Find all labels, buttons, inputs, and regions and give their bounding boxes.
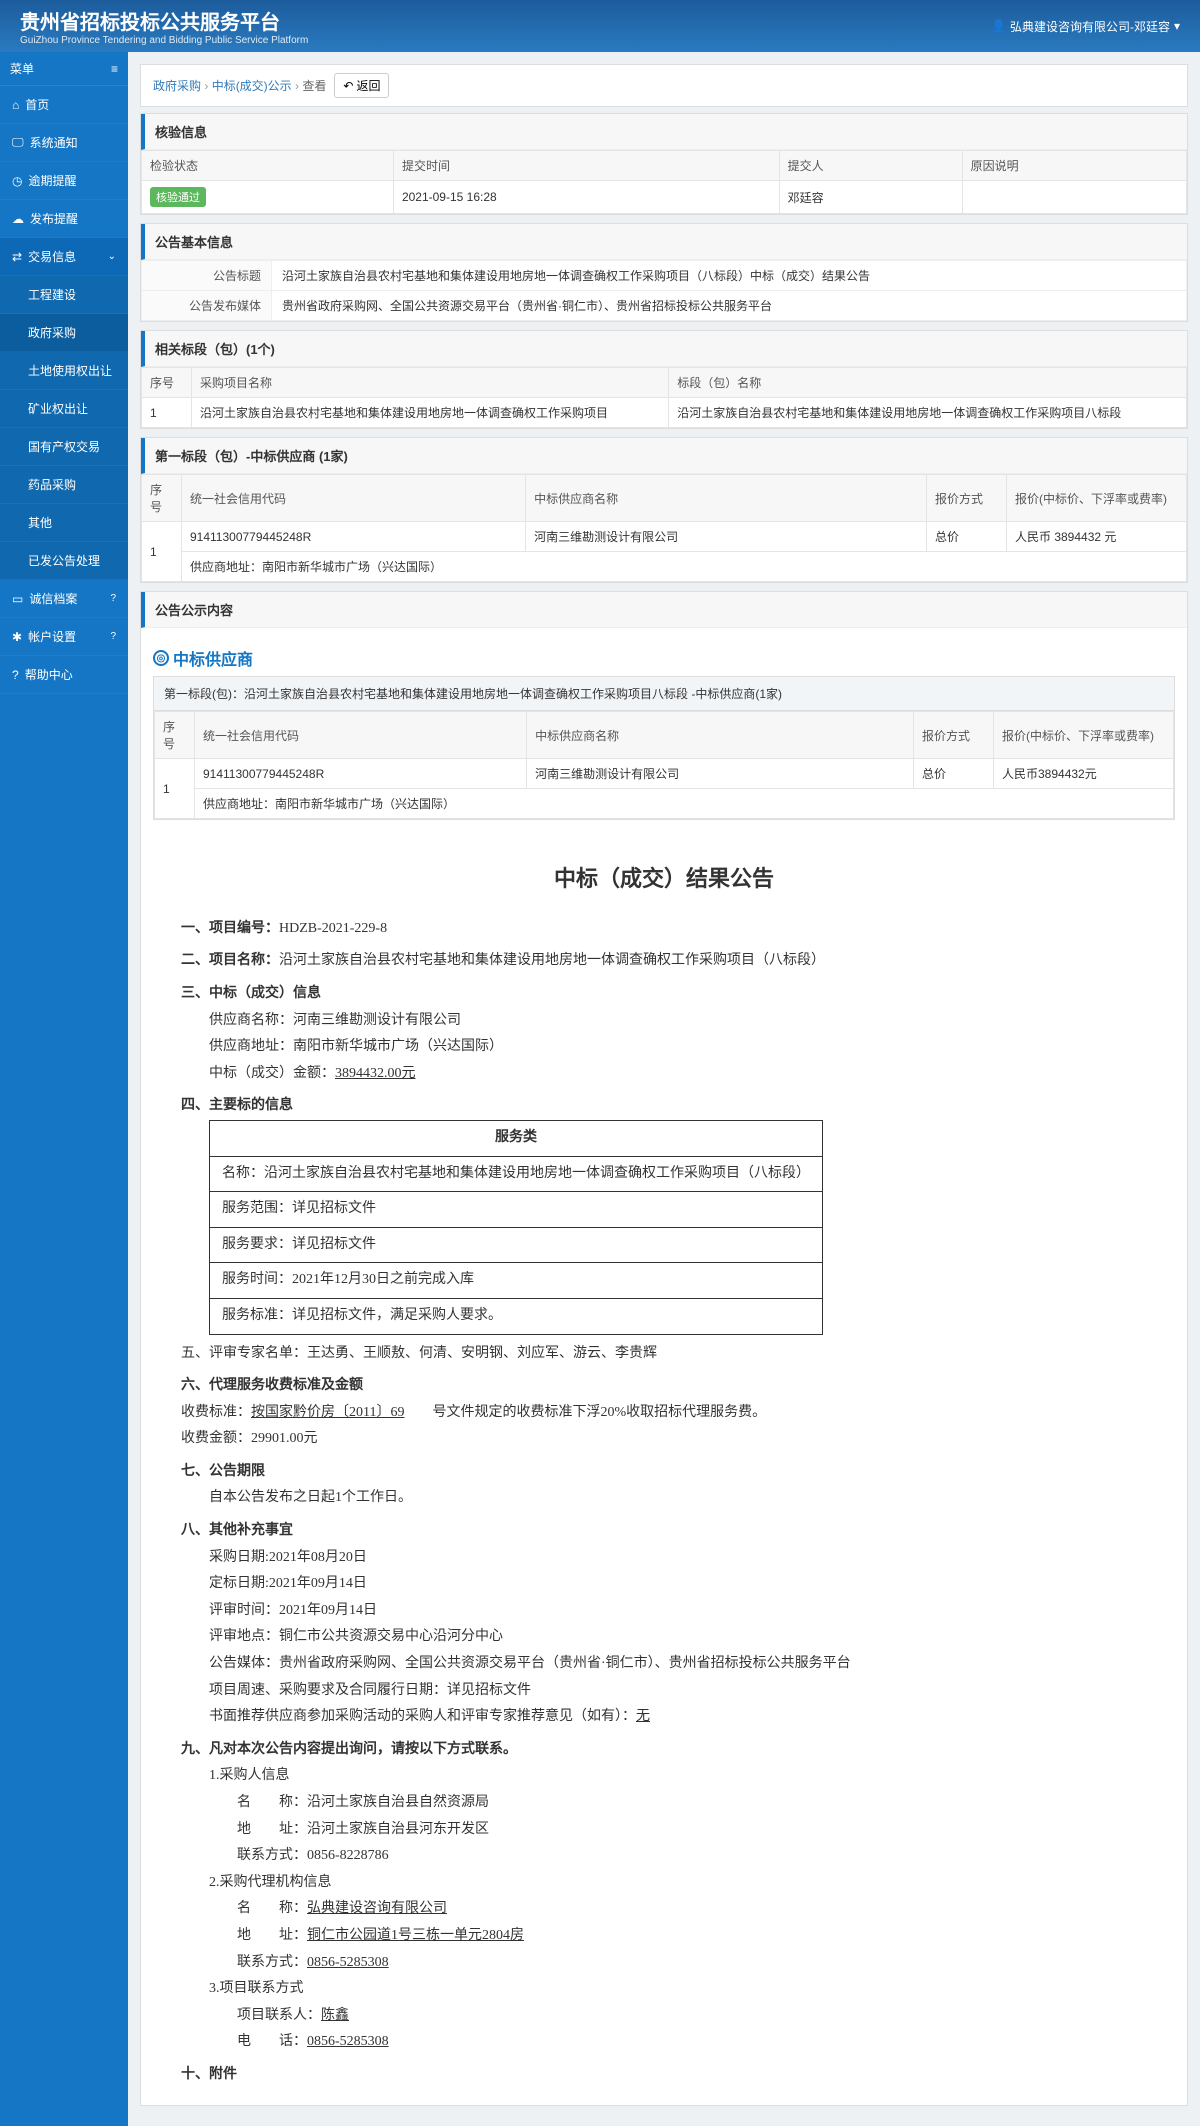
agent-name-link[interactable]: 弘典建设咨询有限公司 — [307, 1901, 447, 1916]
sidebar-item-label: 已发公告处理 — [28, 552, 100, 569]
kv-value: 沿河土家族自治县农村宅基地和集体建设用地房地一体调查确权工作采购项目（八标段）中… — [272, 261, 1187, 291]
content-panel: 公告公示内容 ◎ 中标供应商 第一标段(包)：沿河土家族自治县农村宅基地和集体建… — [140, 591, 1188, 2106]
sidebar-subitem-4-7[interactable]: 已发公告处理 — [0, 542, 128, 580]
info-icon: ? — [110, 593, 116, 604]
sidebar-item-label: 其他 — [28, 514, 52, 531]
section-title: 相关标段（包）(1个) — [141, 331, 1187, 367]
sidebar-item-label: 国有产权交易 — [28, 438, 100, 455]
cell-time: 2021-09-15 16:28 — [393, 181, 779, 214]
user-name: 弘典建设咨询有限公司-邓廷容 — [1010, 18, 1170, 35]
recommend-link[interactable]: 无 — [636, 1709, 650, 1724]
sidebar-item-label: 发布提醒 — [30, 210, 78, 227]
agent-addr-link[interactable]: 铜仁市公园道1号三栋一单元2804房 — [307, 1928, 524, 1943]
sidebar-item-4[interactable]: ⇄ 交易信息 ⌄ — [0, 238, 128, 276]
sidebar-item-6[interactable]: ✱ 帐户设置? — [0, 618, 128, 656]
help-icon: ? — [12, 668, 19, 682]
col-by: 提交人 — [779, 151, 962, 181]
sidebar-subitem-4-0[interactable]: 工程建设 — [0, 276, 128, 314]
sidebar-subitem-4-1[interactable]: 政府采购 — [0, 314, 128, 352]
basic-title: 公告基本信息 — [141, 224, 1187, 260]
article-title: 中标（成交）结果公告 — [181, 858, 1147, 900]
col-reason: 原因说明 — [962, 151, 1186, 181]
user-icon: 👤 — [991, 19, 1006, 33]
sidebar-collapse-icon[interactable]: ≡ — [111, 62, 118, 76]
sidebar-subitem-4-4[interactable]: 国有产权交易 — [0, 428, 128, 466]
winner-panel: 第一标段（包）-中标供应商 (1家) 序号 统一社会信用代码 中标供应商名称 报… — [140, 437, 1188, 583]
sidebar-item-label: 帐户设置 — [28, 628, 76, 645]
return-icon: ↶ — [343, 79, 353, 93]
sidebar-item-1[interactable]: 🖵 系统通知 — [0, 124, 128, 162]
fee-standard-link[interactable]: 按国家黔价房〔2011〕69 — [251, 1405, 404, 1420]
status-badge: 核验通过 — [150, 187, 206, 207]
bid-info-table: 服务类 名称：沿河土家族自治县农村宅基地和集体建设用地房地一体调查确权工作采购项… — [209, 1120, 823, 1335]
kv-value: 贵州省政府采购网、全国公共资源交易平台（贵州省·铜仁市）、贵州省招标投标公共服务… — [272, 291, 1187, 321]
sidebar-item-label: 帮助中心 — [25, 666, 73, 683]
winner-title: 第一标段（包）-中标供应商 (1家) — [141, 438, 1187, 474]
kv-label: 公告标题 — [142, 261, 272, 291]
breadcrumb-item: 查看 — [302, 79, 326, 93]
clock-icon: ◷ — [12, 174, 22, 188]
sidebar-subitem-4-5[interactable]: 药品采购 — [0, 466, 128, 504]
sidebar-item-label: 工程建设 — [28, 286, 76, 303]
sidebar: 菜单 ≡ ⌂ 首页 🖵 系统通知 ◷ 逾期提醒 ☁ 发布提醒 ⇄ 交易信息 ⌄ 工程建设政府采购土地使… — [0, 52, 128, 2126]
section-panel: 相关标段（包）(1个) 序号 采购项目名称 标段（包）名称 1 沿河土家族自治县… — [140, 330, 1188, 429]
sidebar-item-label: 系统通知 — [30, 134, 78, 151]
sidebar-item-0[interactable]: ⌂ 首页 — [0, 86, 128, 124]
sidebar-item-7[interactable]: ? 帮助中心 — [0, 656, 128, 694]
breadcrumb-item[interactable]: 政府采购 — [153, 79, 201, 93]
sidebar-item-label: 药品采购 — [28, 476, 76, 493]
sidebar-subitem-4-3[interactable]: 矿业权出让 — [0, 390, 128, 428]
sidebar-heading: 菜单 — [10, 60, 34, 77]
sidebar-item-3[interactable]: ☁ 发布提醒 — [0, 200, 128, 238]
sidebar-item-label: 土地使用权出让 — [28, 362, 112, 379]
col-status: 检验状态 — [142, 151, 394, 181]
content-title: 公告公示内容 — [141, 592, 1187, 628]
app-title: 贵州省招标投标公共服务平台 — [20, 6, 308, 35]
contact-name-link[interactable]: 陈鑫 — [321, 2008, 349, 2023]
breadcrumb-item[interactable]: 中标(成交)公示 — [212, 79, 292, 93]
sidebar-item-label: 诚信档案 — [29, 590, 77, 607]
swap-icon: ⇄ — [12, 250, 22, 264]
verify-panel: 核验信息 检验状态 提交时间 提交人 原因说明 核验通过 2021-09-15 … — [140, 113, 1188, 215]
inner-sub: 第一标段(包)：沿河土家族自治县农村宅基地和集体建设用地房地一体调查确权工作采购… — [154, 677, 1174, 711]
sidebar-item-label: 首页 — [25, 96, 49, 113]
chevron-icon: ⌄ — [108, 251, 116, 262]
sidebar-item-label: 矿业权出让 — [28, 400, 88, 417]
sidebar-subitem-4-2[interactable]: 土地使用权出让 — [0, 352, 128, 390]
info-icon: ? — [110, 631, 116, 642]
cell-by: 邓廷容 — [779, 181, 962, 214]
announcement-article: 中标（成交）结果公告 一、项目编号：HDZB-2021-229-8 二、项目名称… — [141, 832, 1187, 2105]
app-subtitle: GuiZhou Province Tendering and Bidding P… — [20, 35, 308, 46]
kv-label: 公告发布媒体 — [142, 291, 272, 321]
bid-amount-link[interactable]: 3894432.00元 — [335, 1066, 416, 1081]
agent-tel-link[interactable]: 0856-5285308 — [307, 1955, 389, 1970]
user-menu[interactable]: 👤 弘典建设咨询有限公司-邓廷容 ▾ — [991, 18, 1180, 35]
cell-reason — [962, 181, 1186, 214]
app-header: 贵州省招标投标公共服务平台 GuiZhou Province Tendering… — [0, 0, 1200, 52]
chevron-down-icon: ▾ — [1174, 19, 1180, 33]
sidebar-subitem-4-6[interactable]: 其他 — [0, 504, 128, 542]
contact-tel-link[interactable]: 0856-5285308 — [307, 2034, 389, 2049]
home-icon: ⌂ — [12, 98, 19, 112]
col-time: 提交时间 — [393, 151, 779, 181]
bell-icon: ☁ — [12, 212, 24, 226]
monitor-icon: 🖵 — [12, 135, 24, 150]
target-icon: ◎ — [153, 650, 169, 666]
sidebar-item-2[interactable]: ◷ 逾期提醒 — [0, 162, 128, 200]
verify-title: 核验信息 — [141, 114, 1187, 150]
sidebar-item-label: 政府采购 — [28, 324, 76, 341]
gear-icon: ✱ — [12, 630, 22, 644]
return-button[interactable]: ↶ 返回 — [334, 73, 389, 98]
inner-winner-heading: ◎ 中标供应商 — [153, 640, 1175, 676]
sidebar-item-label: 逾期提醒 — [28, 172, 76, 189]
sidebar-item-label: 交易信息 — [28, 248, 76, 265]
id-icon: ▭ — [12, 592, 23, 606]
sidebar-item-5[interactable]: ▭ 诚信档案? — [0, 580, 128, 618]
breadcrumb: 政府采购 › 中标(成交)公示 › 查看 ↶ 返回 — [140, 64, 1188, 107]
basic-panel: 公告基本信息 公告标题沿河土家族自治县农村宅基地和集体建设用地房地一体调查确权工… — [140, 223, 1188, 322]
